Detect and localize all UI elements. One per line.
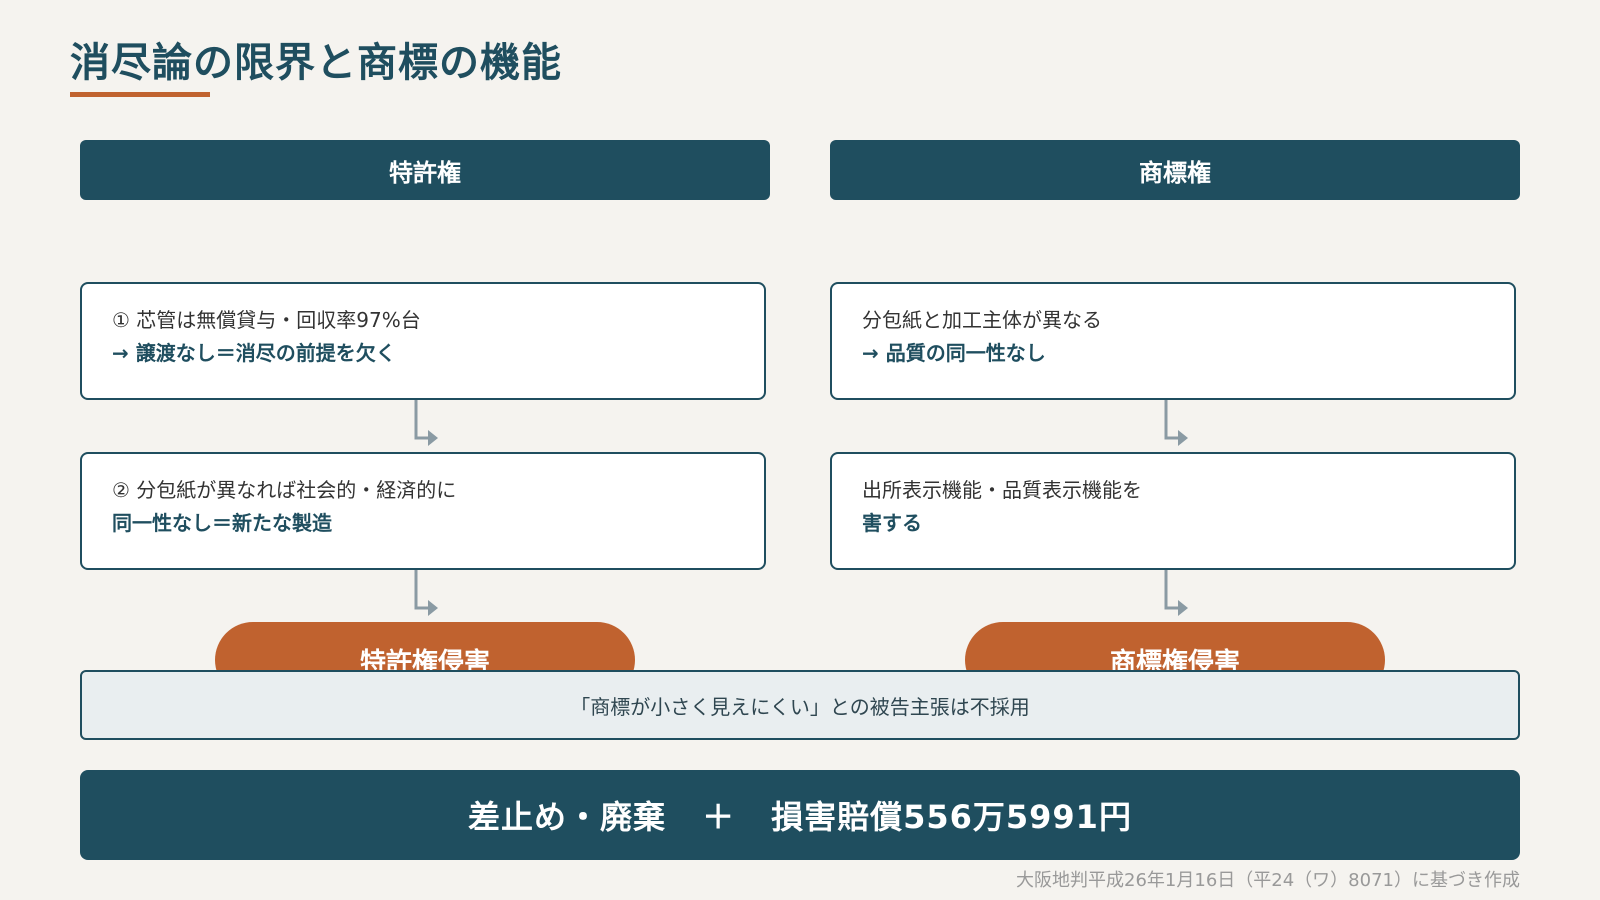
trademark-box-1: 分包紙と加工主体が異なる → 品質の同一性なし [830, 282, 1516, 400]
patent-box-1: ① 芯管は無償貸与・回収率97%台 → 譲渡なし＝消尽の前提を欠く [80, 282, 766, 400]
trademark-column: 商標権 分包紙と加工主体が異なる → 品質の同一性なし 出所表示機能・品質表示機… [830, 140, 1520, 698]
plus-sign: ＋ [702, 798, 736, 836]
conclusion-injunction: 差止め・廃棄 [468, 798, 667, 836]
source-citation: 大阪地判平成26年1月16日（平24（ワ）8071）に基づき作成 [1016, 870, 1520, 891]
patent-box-1-text: ① 芯管は無償貸与・回収率97%台 [112, 308, 421, 332]
down-arrow-icon [1164, 400, 1188, 446]
patent-box-2-text: ② 分包紙が異なれば社会的・経済的に [112, 478, 457, 502]
patent-box-2-conclusion: 同一性なし＝新たな製造 [112, 511, 332, 535]
trademark-box-2-text: 出所表示機能・品質表示機能を [862, 478, 1142, 502]
down-arrow-icon [414, 570, 438, 616]
conclusion-banner: 差止め・廃棄 ＋ 損害賠償556万5991円 [80, 770, 1520, 860]
conclusion-damages: 損害賠償556万5991円 [771, 798, 1132, 836]
trademark-header: 商標権 [830, 140, 1520, 200]
patent-header: 特許権 [80, 140, 770, 200]
patent-column: 特許権 ① 芯管は無償貸与・回収率97%台 → 譲渡なし＝消尽の前提を欠く ② … [80, 140, 770, 698]
defense-note: 「商標が小さく見えにくい」との被告主張は不採用 [80, 670, 1520, 740]
trademark-box-1-text: 分包紙と加工主体が異なる [862, 308, 1102, 332]
down-arrow-icon [1164, 570, 1188, 616]
title-underline [70, 92, 210, 97]
trademark-box-2-conclusion: 害する [862, 511, 922, 535]
down-arrow-icon [414, 400, 438, 446]
patent-box-1-conclusion: → 譲渡なし＝消尽の前提を欠く [112, 341, 396, 365]
page-title: 消尽論の限界と商標の機能 [70, 40, 562, 86]
patent-box-2: ② 分包紙が異なれば社会的・経済的に 同一性なし＝新たな製造 [80, 452, 766, 570]
trademark-box-1-conclusion: → 品質の同一性なし [862, 341, 1046, 365]
trademark-box-2: 出所表示機能・品質表示機能を 害する [830, 452, 1516, 570]
